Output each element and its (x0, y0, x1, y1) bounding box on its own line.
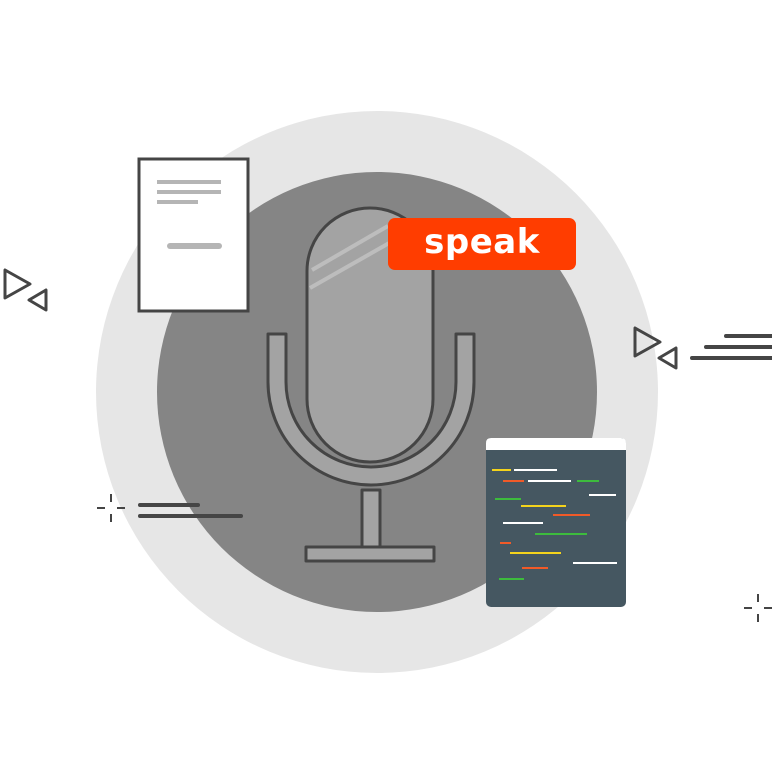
play-triangles-icon-left (3, 268, 48, 312)
sparkle-cross-icon-right (744, 594, 772, 622)
illustration-stage: speak (0, 0, 772, 768)
code-window-icon (486, 438, 626, 607)
document-icon (137, 157, 250, 313)
motion-lines-icon-right (690, 334, 772, 360)
voice-illustration (3, 111, 772, 673)
speak-badge: speak (388, 218, 576, 270)
